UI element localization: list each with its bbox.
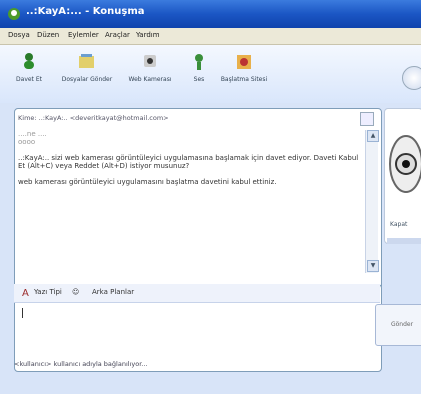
chat-line: oooo	[18, 138, 36, 146]
invite-button[interactable]: Davet Et	[10, 51, 48, 83]
emoticon-icon[interactable]: ☺	[72, 288, 79, 296]
menu-tools[interactable]: Araçlar	[105, 31, 130, 39]
webcam-label: Web Kamerası	[128, 76, 172, 83]
voice-button[interactable]: Ses	[186, 51, 212, 83]
send-files-icon	[79, 54, 94, 68]
to-value: ..:KayA:.. <deveritkayat@hotmail.com>	[38, 114, 169, 122]
format-bar: A Yazı Tipi ☺ Arka Planlar	[14, 284, 380, 303]
webcam-close-label[interactable]: Kapat	[390, 221, 407, 228]
send-button[interactable]: Gönder	[375, 304, 421, 346]
webcam-image	[389, 135, 421, 193]
scroll-down-icon[interactable]: ▼	[367, 260, 379, 272]
chat-line: ..:KayA:.. sizi web kamerası görüntüleyi…	[18, 154, 359, 170]
start-site-label: Başlatma Sitesi	[220, 76, 268, 83]
voice-label: Ses	[193, 76, 205, 83]
menu-edit[interactable]: Düzen	[37, 31, 59, 39]
start-site-icon	[237, 55, 251, 69]
menu-help[interactable]: Yardım	[136, 31, 160, 39]
chat-scrollbar[interactable]: ▲ ▼	[365, 130, 379, 273]
toolbar-more-button[interactable]	[402, 66, 421, 90]
font-button[interactable]: Yazı Tipi	[34, 288, 62, 296]
scroll-up-icon[interactable]: ▲	[367, 130, 379, 142]
webcam-icon	[144, 55, 156, 67]
close-conversation-icon[interactable]	[360, 112, 374, 126]
webcam-button[interactable]: Web Kamerası	[120, 51, 180, 83]
send-files-button[interactable]: Dosyalar Gönder	[58, 51, 116, 83]
chat-line: web kamerası görüntüleyici uygulamasını …	[18, 178, 277, 186]
invite-label: Davet Et	[16, 76, 42, 83]
menu-bar: Dosya Düzen Eylemler Araçlar Yardım	[0, 28, 421, 45]
chat-line: ....ne ....	[18, 130, 47, 138]
to-label: Kime:	[18, 114, 37, 122]
invite-icon	[24, 53, 34, 69]
font-icon[interactable]: A	[22, 288, 29, 299]
webcam-scroll[interactable]	[387, 238, 421, 244]
text-cursor	[22, 308, 23, 318]
menu-file[interactable]: Dosya	[8, 31, 30, 39]
menu-actions[interactable]: Eylemler	[68, 31, 99, 39]
messenger-window: ..:KayA:... - Konuşma Dosya Düzen Eyleml…	[0, 0, 421, 394]
window-title: ..:KayA:... - Konuşma	[26, 6, 145, 17]
background-button[interactable]: Arka Planlar	[92, 288, 134, 296]
chat-history[interactable]: ....ne .... oooo ..:KayA:.. sizi web kam…	[18, 130, 364, 270]
status-bar: <kullanıcı> kullanıcı adıyla bağlanılıyo…	[14, 360, 380, 374]
voice-icon	[195, 54, 203, 70]
to-header: Kime: ..:KayA:.. <deveritkayat@hotmail.c…	[18, 112, 374, 128]
messenger-icon	[8, 8, 20, 20]
toolbar: Davet Et Dosyalar Gönder Web Kamerası Se…	[0, 45, 421, 103]
status-text: <kullanıcı> kullanıcı adıyla bağlanılıyo…	[14, 360, 148, 368]
send-files-label: Dosyalar Gönder	[61, 76, 113, 83]
title-bar[interactable]: ..:KayA:... - Konuşma	[0, 0, 421, 28]
start-site-button[interactable]: Başlatma Sitesi	[214, 51, 274, 83]
